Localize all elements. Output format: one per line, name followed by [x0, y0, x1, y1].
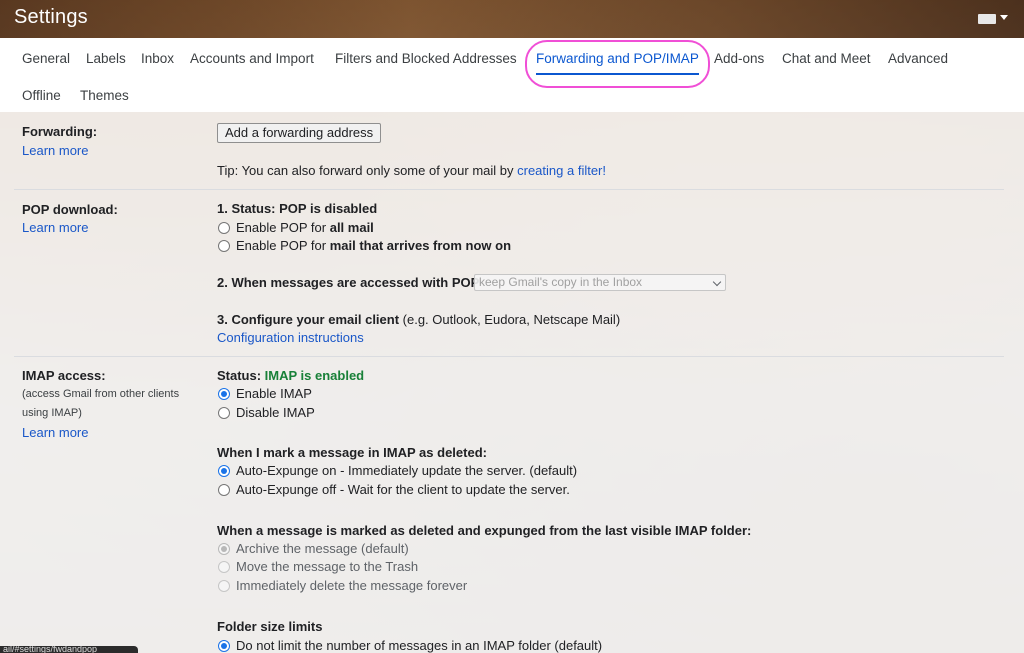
- imap-expunged-heading: When a message is marked as deleted and …: [217, 523, 752, 538]
- folder-size-heading: Folder size limits: [217, 619, 323, 634]
- section-divider: [14, 189, 1004, 190]
- forwarding-label: Forwarding:: [22, 124, 98, 139]
- move-to-trash-radio[interactable]: [218, 561, 230, 573]
- pop-configure-line: 3. Configure your email client (e.g. Out…: [217, 312, 620, 327]
- archive-message-label: Archive the message (default): [236, 541, 409, 556]
- annotation-highlight-ring: [525, 40, 710, 88]
- imap-subtext-line2: using IMAP): [22, 407, 82, 419]
- pop-access-select[interactable]: keep Gmail's copy in the Inbox: [474, 274, 726, 291]
- pop-all-mail-label-bold: all mail: [329, 220, 374, 235]
- pop-from-now-radio[interactable]: [218, 240, 230, 252]
- chevron-down-icon: [712, 277, 722, 287]
- auto-expunge-off-label: Auto-Expunge off - Wait for the client t…: [236, 482, 570, 497]
- pop-configure-hint: (e.g. Outlook, Eudora, Netscape Mail): [399, 312, 621, 327]
- auto-expunge-on-label: Auto-Expunge on - Immediately update the…: [236, 463, 578, 478]
- browser-status-bar: ail/#settings/fwdandpop: [0, 646, 138, 653]
- tab-labels[interactable]: Labels: [86, 51, 126, 66]
- delete-forever-label: Immediately delete the message forever: [236, 578, 468, 593]
- auto-expunge-on-radio[interactable]: [218, 465, 230, 477]
- imap-status-value: IMAP is enabled: [264, 368, 365, 383]
- imap-status-prefix: Status:: [217, 368, 265, 383]
- disable-imap-radio[interactable]: [218, 407, 230, 419]
- imap-status: Status: IMAP is enabled: [217, 368, 364, 383]
- page-title: Settings: [14, 6, 88, 28]
- pop-status-heading: 1. Status: POP is disabled: [217, 201, 378, 216]
- top-bar: Settings: [0, 0, 1024, 38]
- forwarding-tip: Tip: You can also forward only some of y…: [217, 163, 606, 178]
- section-divider: [14, 356, 1004, 357]
- pop-all-mail-radio[interactable]: [218, 222, 230, 234]
- tab-filters-and-blocked-addresses[interactable]: Filters and Blocked Addresses: [335, 51, 517, 66]
- no-limit-radio[interactable]: [218, 640, 230, 652]
- pop-configure-heading: 3. Configure your email client: [217, 312, 400, 327]
- imap-subtext-line1: (access Gmail from other clients: [22, 388, 180, 400]
- imap-access-label: IMAP access:: [22, 368, 106, 383]
- forwarding-learn-more-link[interactable]: Learn more: [22, 143, 88, 158]
- create-filter-link[interactable]: creating a filter!: [517, 163, 606, 178]
- forwarding-tip-text: Tip: You can also forward only some of y…: [217, 163, 518, 178]
- move-to-trash-label: Move the message to the Trash: [236, 559, 419, 574]
- pop-learn-more-link[interactable]: Learn more: [22, 220, 88, 235]
- pop-from-now-label-bold: mail that arrives from now on: [329, 238, 512, 253]
- add-forwarding-address-button[interactable]: Add a forwarding address: [217, 123, 382, 143]
- tab-inbox[interactable]: Inbox: [141, 51, 174, 66]
- imap-deleted-heading: When I mark a message in IMAP as deleted…: [217, 445, 487, 460]
- pop-access-select-value: keep Gmail's copy in the Inbox: [479, 275, 643, 289]
- pop-download-label: POP download:: [22, 202, 118, 217]
- settings-tabs: General Labels Inbox Accounts and Import…: [0, 38, 1024, 112]
- chevron-down-icon: [1000, 15, 1008, 20]
- tab-offline[interactable]: Offline: [22, 88, 61, 103]
- pop-from-now-label-prefix: Enable POP for: [236, 238, 330, 253]
- delete-forever-radio[interactable]: [218, 580, 230, 592]
- tab-themes[interactable]: Themes: [80, 88, 129, 103]
- settings-content: Forwarding: Learn more Add a forwarding …: [0, 112, 1024, 653]
- no-limit-label: Do not limit the number of messages in a…: [236, 638, 603, 653]
- tab-add-ons[interactable]: Add-ons: [714, 51, 764, 66]
- pop-all-mail-label-prefix: Enable POP for: [236, 220, 330, 235]
- tab-chat-and-meet[interactable]: Chat and Meet: [782, 51, 871, 66]
- disable-imap-label: Disable IMAP: [236, 405, 315, 420]
- keyboard-key-shape: [978, 14, 996, 24]
- pop-access-heading: 2. When messages are accessed with POP: [217, 275, 480, 290]
- tab-general[interactable]: General: [22, 51, 70, 66]
- imap-learn-more-link[interactable]: Learn more: [22, 425, 88, 440]
- pop-all-mail-label: Enable POP for all mail: [236, 220, 374, 235]
- enable-imap-label: Enable IMAP: [236, 386, 312, 401]
- pop-from-now-label: Enable POP for mail that arrives from no…: [236, 238, 511, 253]
- archive-message-radio[interactable]: [218, 543, 230, 555]
- keyboard-icon[interactable]: [978, 12, 1008, 26]
- configuration-instructions-link[interactable]: Configuration instructions: [217, 330, 364, 345]
- tab-advanced[interactable]: Advanced: [888, 51, 948, 66]
- auto-expunge-off-radio[interactable]: [218, 484, 230, 496]
- tab-accounts-and-import[interactable]: Accounts and Import: [190, 51, 314, 66]
- enable-imap-radio[interactable]: [218, 388, 230, 400]
